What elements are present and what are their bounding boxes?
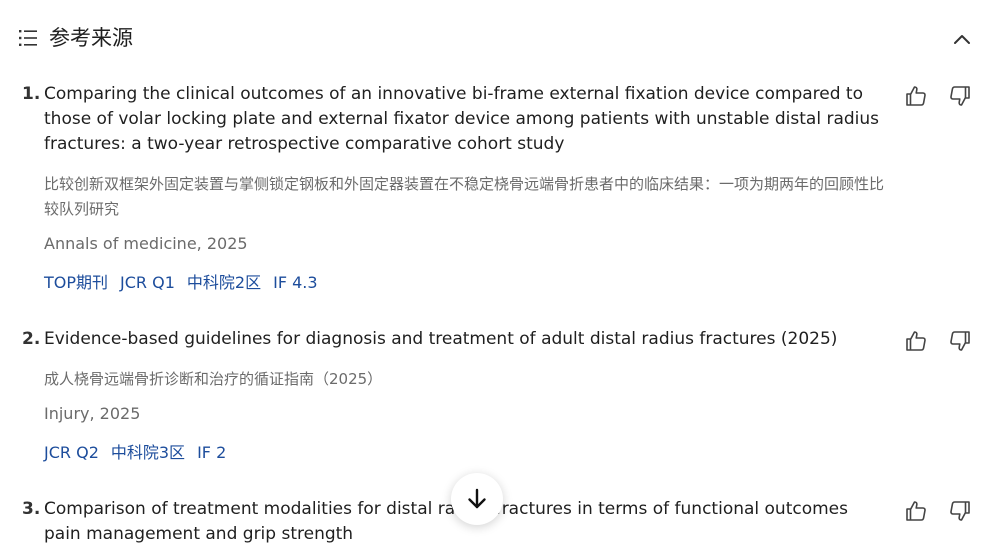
feedback-actions <box>904 499 970 523</box>
tag-cas-zone[interactable]: 中科院2区 <box>187 271 261 295</box>
feedback-actions <box>904 84 970 108</box>
thumbs-down-icon <box>950 501 970 521</box>
arrow-down-icon <box>468 488 486 509</box>
reference-source: Injury, 2025 <box>44 404 141 423</box>
thumbs-down-icon <box>950 86 970 106</box>
reference-source: Annals of medicine, 2025 <box>44 234 248 253</box>
thumbs-down-icon <box>950 331 970 351</box>
reference-tags: TOP期刊 JCR Q1 中科院2区 IF 4.3 <box>44 271 318 295</box>
like-button[interactable] <box>904 329 928 353</box>
collapse-button[interactable] <box>948 26 976 52</box>
thumbs-up-icon <box>906 501 926 521</box>
reference-translation: 成人桡骨远端骨折诊断和治疗的循证指南（2025） <box>44 370 383 388</box>
thumbs-up-icon <box>906 86 926 106</box>
tag-impact-factor[interactable]: IF 2 <box>197 441 226 465</box>
reference-number: 3. <box>22 499 41 519</box>
reference-translation: 比较创新双框架外固定装置与掌侧锁定钢板和外固定器装置在不稳定桡骨远端骨折患者中的… <box>44 175 885 218</box>
like-button[interactable] <box>904 499 928 523</box>
reference-number: 2. <box>22 329 41 349</box>
tag-top-journal[interactable]: TOP期刊 <box>44 271 108 295</box>
reference-title[interactable]: Evidence-based guidelines for diagnosis … <box>44 327 886 352</box>
tag-jcr[interactable]: JCR Q2 <box>44 441 99 465</box>
scroll-down-button[interactable] <box>451 473 503 525</box>
section-title: 参考来源 <box>49 26 133 50</box>
reference-item: 2. Evidence-based guidelines for diagnos… <box>0 327 1001 472</box>
chevron-up-icon <box>954 35 970 44</box>
dislike-button[interactable] <box>948 84 972 108</box>
references-header: 参考来源 <box>0 0 1001 78</box>
feedback-actions <box>904 329 970 353</box>
like-button[interactable] <box>904 84 928 108</box>
reference-tags: JCR Q2 中科院3区 IF 2 <box>44 441 226 465</box>
reference-item: 1. Comparing the clinical outcomes of an… <box>0 82 1001 302</box>
tag-cas-zone[interactable]: 中科院3区 <box>111 441 185 465</box>
reference-title[interactable]: Comparing the clinical outcomes of an in… <box>44 82 886 157</box>
tag-jcr[interactable]: JCR Q1 <box>120 271 175 295</box>
reference-number: 1. <box>22 84 41 104</box>
list-icon <box>18 27 40 49</box>
dislike-button[interactable] <box>948 329 972 353</box>
thumbs-up-icon <box>906 331 926 351</box>
dislike-button[interactable] <box>948 499 972 523</box>
tag-impact-factor[interactable]: IF 4.3 <box>273 271 317 295</box>
